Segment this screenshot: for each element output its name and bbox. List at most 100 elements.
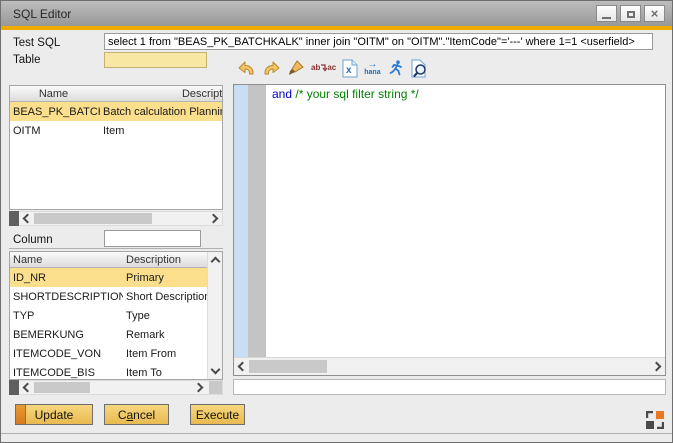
table-list-header-name: Name: [10, 88, 97, 100]
sql-code-editor[interactable]: and /* your sql filter string */: [233, 84, 666, 376]
sql-editor-window: SQL Editor × Test SQL Table: [0, 0, 673, 443]
splitter-handle[interactable]: [9, 211, 19, 226]
editor-hscrollbar[interactable]: [234, 357, 665, 375]
brush-icon[interactable]: [287, 58, 305, 78]
execute-button-label: Execute: [196, 408, 239, 422]
divider: [9, 248, 223, 249]
accent-bar: [1, 26, 672, 30]
update-button-label: Update: [35, 408, 74, 422]
table-input[interactable]: [104, 52, 207, 68]
maximize-button[interactable]: [620, 5, 641, 22]
column-row[interactable]: SHORTDESCRIPTION Short Description: [10, 287, 207, 306]
column-filter-input[interactable]: [104, 230, 201, 247]
chevron-right-icon: [194, 383, 204, 393]
execute-button[interactable]: Execute: [190, 404, 245, 425]
scrollbar-thumb[interactable]: [249, 360, 327, 373]
column-row[interactable]: BEMERKUNG Remark: [10, 325, 207, 344]
column-name-cell: BEMERKUNG: [10, 329, 123, 341]
preview-icon[interactable]: [411, 58, 428, 78]
scroll-down-button[interactable]: [208, 364, 223, 377]
column-list-header: Name Description: [10, 252, 222, 268]
editor-toolbar: ab ac x → hana: [237, 57, 428, 79]
column-name-cell: ITEMCODE_BIS: [10, 367, 123, 379]
maximize-icon: [627, 11, 635, 18]
chevron-down-icon: [210, 365, 220, 375]
chevron-left-icon: [238, 362, 248, 372]
window-title: SQL Editor: [13, 7, 71, 21]
column-name-cell: SHORTDESCRIPTION: [10, 291, 123, 303]
window-controls: ×: [596, 5, 665, 22]
column-row[interactable]: TYP Type: [10, 306, 207, 325]
table-row[interactable]: BEAS_PK_BATCHKALK Batch calculation Plan…: [10, 102, 222, 121]
update-button[interactable]: Update: [15, 404, 93, 425]
column-description-cell: Remark: [123, 329, 207, 341]
replace-bottom-text: ac: [327, 64, 336, 72]
scrollbar-thumb[interactable]: [34, 213, 152, 224]
scrollbar-thumb[interactable]: [34, 382, 90, 393]
column-description-cell: Type: [123, 310, 207, 322]
column-description-cell: Item To: [123, 367, 207, 379]
chevron-left-icon: [23, 383, 33, 393]
column-row[interactable]: ITEMCODE_BIS Item To: [10, 363, 207, 380]
minimize-icon: [602, 17, 611, 19]
column-description-cell: Primary: [123, 272, 207, 284]
svg-text:x: x: [346, 65, 352, 76]
sql-comment: /* your sql filter string */: [295, 87, 418, 101]
table-list-grid: Name Description BEAS_PK_BATCHKALK Batch…: [9, 85, 223, 210]
table-list-header: Name Description: [10, 86, 222, 102]
table-name-cell: BEAS_PK_BATCHKALK: [10, 106, 100, 118]
column-list-header-description: Description: [123, 254, 207, 266]
chevron-left-icon: [23, 214, 33, 224]
column-description-cell: Item From: [123, 348, 207, 360]
column-description-cell: Short Description: [123, 291, 207, 303]
close-button[interactable]: ×: [644, 5, 665, 22]
cancel-button-label: Cancel: [118, 408, 155, 422]
splitter-handle[interactable]: [9, 380, 19, 395]
editor-margin-gutter: [248, 85, 266, 358]
cancel-button[interactable]: Cancel: [104, 404, 169, 425]
status-strip-input[interactable]: [233, 379, 666, 395]
column-list-grid: Name Description ID_NR Primary SHORTDESC…: [9, 251, 223, 380]
sql-keyword: and: [272, 87, 292, 101]
xml-document-icon[interactable]: x: [342, 58, 358, 78]
resize-grip-icon[interactable]: [646, 411, 664, 429]
scroll-left-button[interactable]: [19, 381, 34, 394]
chevron-right-icon: [209, 214, 219, 224]
replace-icon[interactable]: ab ac: [311, 58, 336, 78]
redo-icon[interactable]: [262, 58, 281, 78]
hana-label: hana: [364, 69, 380, 76]
column-list-vscrollbar[interactable]: [207, 252, 222, 379]
column-label: Column: [13, 234, 53, 246]
column-row[interactable]: ID_NR Primary: [10, 268, 207, 287]
undo-icon[interactable]: [237, 58, 256, 78]
table-list-header-description: Description: [97, 88, 223, 100]
minimize-button[interactable]: [596, 5, 617, 22]
chevron-right-icon: [652, 362, 662, 372]
table-list-hscrollbar[interactable]: [9, 211, 223, 226]
scroll-right-button[interactable]: [650, 358, 665, 375]
column-row[interactable]: ITEMCODE_VON Item From: [10, 344, 207, 363]
column-name-cell: ITEMCODE_VON: [10, 348, 123, 360]
table-label: Table: [13, 54, 41, 66]
to-hana-icon[interactable]: → hana: [364, 58, 380, 78]
table-row[interactable]: OITM Item: [10, 121, 222, 140]
hana-arrow: →: [364, 61, 380, 69]
column-list-header-name: Name: [10, 254, 123, 266]
scroll-left-button[interactable]: [234, 358, 249, 375]
divider: [1, 433, 672, 434]
scrollbar-corner: [209, 381, 222, 394]
scroll-left-button[interactable]: [19, 212, 34, 225]
chevron-up-icon: [210, 257, 220, 267]
column-list-hscrollbar[interactable]: [9, 380, 223, 395]
titlebar[interactable]: SQL Editor: [1, 1, 672, 26]
run-icon[interactable]: [387, 58, 405, 78]
replace-top-text: ab: [311, 63, 320, 72]
scroll-right-button[interactable]: [192, 381, 207, 394]
column-name-cell: ID_NR: [10, 272, 123, 284]
close-icon: ×: [651, 7, 659, 20]
scroll-right-button[interactable]: [207, 212, 222, 225]
test-sql-label: Test SQL: [13, 37, 60, 49]
editor-code-line: and /* your sql filter string */: [272, 87, 419, 101]
test-sql-input[interactable]: [104, 33, 653, 50]
scroll-up-button[interactable]: [208, 254, 223, 267]
